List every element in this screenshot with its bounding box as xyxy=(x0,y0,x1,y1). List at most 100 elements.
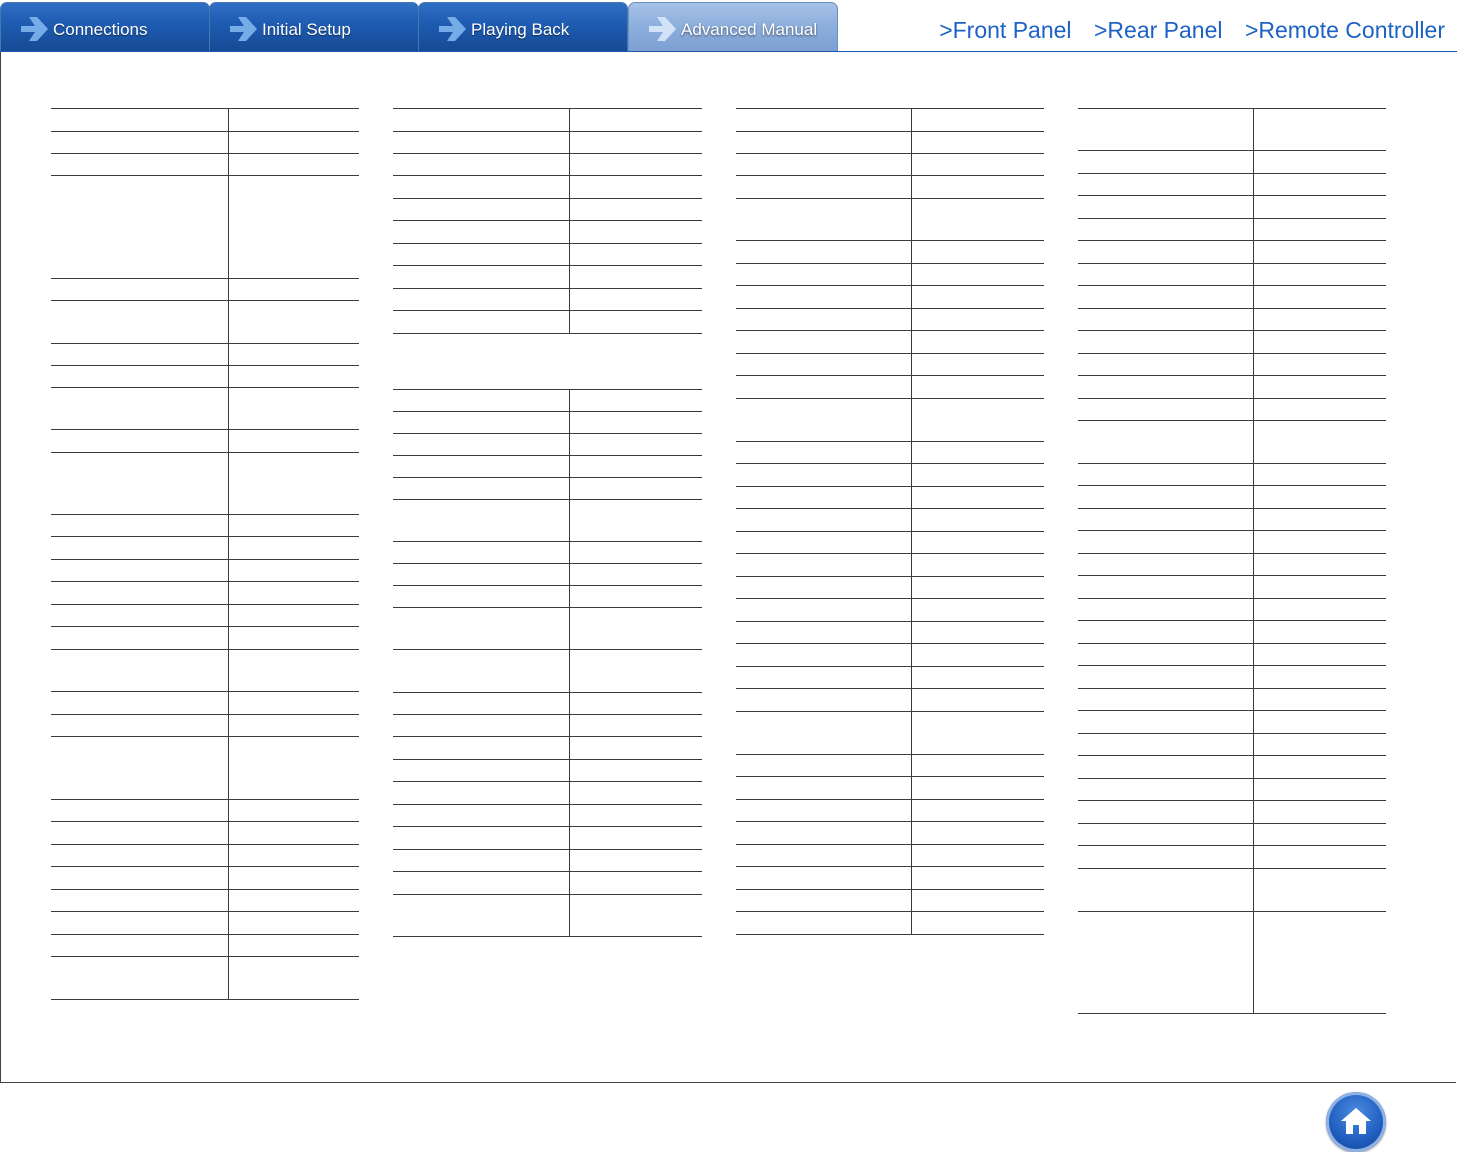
tab-playing-back[interactable]: Playing Back xyxy=(418,2,628,51)
table-row xyxy=(1078,308,1386,331)
table-row xyxy=(736,353,1044,376)
table-row xyxy=(51,365,359,388)
tab-connections[interactable]: Connections xyxy=(0,2,210,51)
table-row xyxy=(51,429,359,453)
table-row xyxy=(736,821,1044,845)
table-row xyxy=(51,131,359,154)
table-row xyxy=(51,714,359,737)
table-row xyxy=(393,411,702,434)
table-row xyxy=(1078,620,1386,644)
table-row xyxy=(393,220,702,244)
table-row xyxy=(736,486,1044,509)
table-row xyxy=(1078,553,1386,576)
panel-links: >Front Panel >Rear Panel >Remote Control… xyxy=(921,17,1445,44)
remote-controller-link[interactable]: >Remote Controller xyxy=(1245,17,1445,43)
home-icon xyxy=(1341,1108,1371,1134)
table-row xyxy=(736,398,1044,442)
table-row xyxy=(393,607,702,650)
table-row xyxy=(393,563,702,586)
code-table-5 xyxy=(1078,108,1386,1014)
tab-advanced-manual[interactable]: Advanced Manual xyxy=(628,2,838,51)
table-row xyxy=(393,131,702,154)
table-row xyxy=(736,866,1044,890)
table-row xyxy=(736,688,1044,712)
table-row xyxy=(736,153,1044,176)
table-row xyxy=(1078,285,1386,309)
table-row xyxy=(736,666,1044,689)
table-row xyxy=(393,585,702,608)
tab-label: Advanced Manual xyxy=(681,20,818,39)
table-row xyxy=(51,108,359,132)
table-row xyxy=(1078,218,1386,241)
table-row xyxy=(51,649,359,692)
table-row xyxy=(393,265,702,289)
table-row xyxy=(736,889,1044,912)
table-row xyxy=(393,108,702,132)
tab-initial-setup[interactable]: Initial Setup xyxy=(209,2,419,51)
table-row xyxy=(51,821,359,845)
table-row xyxy=(393,649,702,693)
table-row xyxy=(736,553,1044,577)
table-row xyxy=(393,804,702,827)
table-row xyxy=(393,243,702,266)
tab-label: Playing Back xyxy=(471,20,570,39)
table-row xyxy=(736,643,1044,667)
table-row xyxy=(736,263,1044,286)
table-row xyxy=(393,389,702,412)
table-row xyxy=(393,477,702,500)
table-row xyxy=(736,463,1044,487)
table-row xyxy=(393,541,702,564)
table-row xyxy=(393,499,702,542)
table-row xyxy=(393,736,702,760)
table-row xyxy=(1078,240,1386,264)
table-row xyxy=(1078,263,1386,286)
table-row xyxy=(51,626,359,650)
table-row xyxy=(736,240,1044,264)
table-row xyxy=(51,175,359,279)
table-row xyxy=(1078,420,1386,464)
table-row xyxy=(51,844,359,867)
table-row xyxy=(51,536,359,560)
table-row xyxy=(393,781,702,805)
table-row xyxy=(1078,463,1386,486)
table-row xyxy=(736,131,1044,154)
table-row xyxy=(51,514,359,537)
table-row xyxy=(51,581,359,605)
table-row xyxy=(393,433,702,456)
arrow-right-icon xyxy=(21,17,48,41)
table-row xyxy=(393,894,702,937)
table-row xyxy=(1078,173,1386,196)
table-row xyxy=(736,844,1044,867)
table-row xyxy=(1078,643,1386,666)
table-row xyxy=(51,956,359,1000)
table-row xyxy=(1078,688,1386,711)
table-row xyxy=(51,911,359,935)
tab-label: Initial Setup xyxy=(262,20,351,39)
front-panel-link[interactable]: >Front Panel xyxy=(939,17,1071,43)
table-row xyxy=(51,691,359,715)
table-row xyxy=(1078,733,1386,756)
table-row xyxy=(393,310,702,334)
code-table-2 xyxy=(393,108,702,334)
code-table-4 xyxy=(736,108,1044,935)
table-row xyxy=(1078,398,1386,421)
rear-panel-link[interactable]: >Rear Panel xyxy=(1094,17,1223,43)
table-row xyxy=(736,198,1044,241)
table-row xyxy=(1078,665,1386,689)
table-row xyxy=(51,934,359,957)
table-row xyxy=(51,604,359,627)
home-button[interactable] xyxy=(1326,1092,1386,1152)
table-row xyxy=(736,441,1044,464)
table-row xyxy=(1078,353,1386,376)
arrow-right-icon xyxy=(439,17,466,41)
code-table-3 xyxy=(393,389,702,937)
table-row xyxy=(736,175,1044,199)
table-row xyxy=(1078,508,1386,531)
table-row xyxy=(393,849,702,872)
table-row xyxy=(736,375,1044,399)
table-row xyxy=(736,799,1044,822)
table-row xyxy=(51,889,359,912)
table-row xyxy=(51,153,359,176)
table-row xyxy=(736,508,1044,532)
table-row xyxy=(51,866,359,890)
